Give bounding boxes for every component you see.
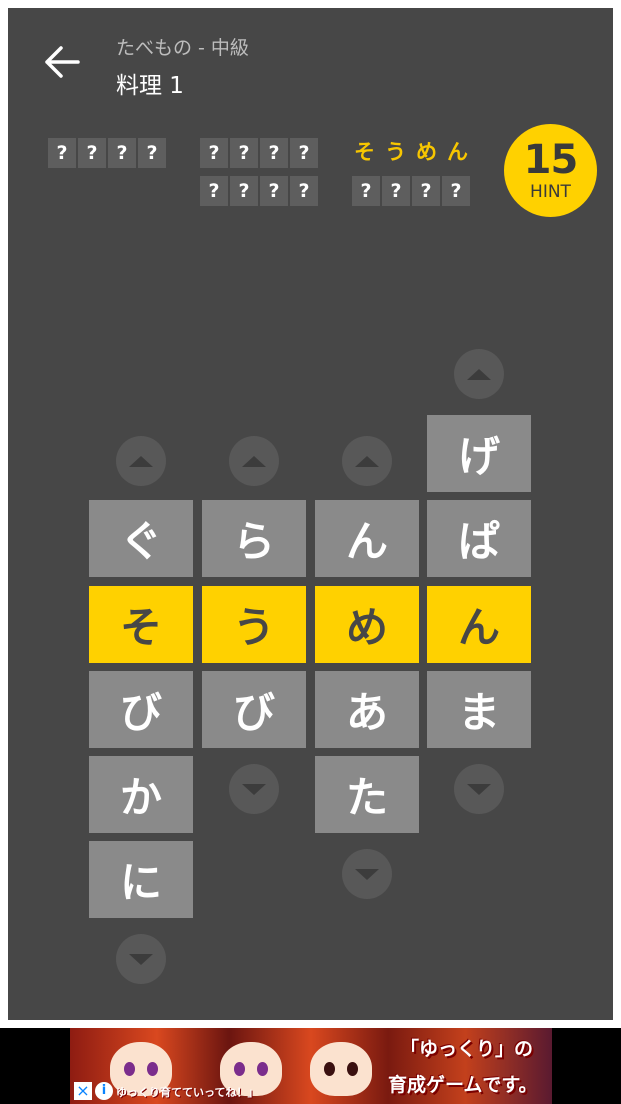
word-slot-1: ? ? ? ? — [48, 138, 166, 168]
ad-banner[interactable]: 「ゆっくり」の 育成ゲームです。 — [0, 1028, 621, 1104]
word-char: ? — [260, 176, 288, 206]
eye — [347, 1062, 358, 1076]
word-char: ? — [352, 176, 380, 206]
column-1-up-button[interactable] — [116, 436, 166, 486]
word-char: ? — [442, 176, 470, 206]
letter-tile[interactable]: ぱ — [427, 500, 531, 577]
triangle-up-icon — [355, 455, 379, 467]
eye — [234, 1062, 245, 1076]
category-level: たべもの - 中級 — [116, 37, 249, 59]
word-char: ? — [230, 176, 258, 206]
word-char: ? — [78, 138, 106, 168]
column-3-down-button[interactable] — [342, 849, 392, 899]
solved-char: ん — [447, 140, 468, 164]
triangle-down-icon — [242, 783, 266, 795]
word-slot-4: ? ? ? ? — [200, 176, 318, 206]
solved-char: め — [416, 140, 437, 164]
eye — [257, 1062, 268, 1076]
info-icon[interactable]: i — [95, 1082, 113, 1100]
word-char: ? — [290, 138, 318, 168]
back-button[interactable] — [40, 40, 84, 84]
hint-button[interactable]: 15 HINT — [504, 124, 597, 217]
hint-label: HINT — [530, 181, 571, 202]
letter-tile[interactable]: ま — [427, 671, 531, 748]
character-face — [310, 1042, 372, 1096]
word-slot-3-solved: そ う め ん — [354, 137, 468, 167]
triangle-down-icon — [129, 953, 153, 965]
letter-tile[interactable]: げ — [427, 415, 531, 492]
letter-tile[interactable]: び — [89, 671, 193, 748]
letter-tile[interactable]: か — [89, 756, 193, 833]
letter-tile-selected[interactable]: ん — [427, 586, 531, 663]
column-4-down-button[interactable] — [454, 764, 504, 814]
word-char: ? — [200, 138, 228, 168]
triangle-down-icon — [467, 783, 491, 795]
word-char: ? — [230, 138, 258, 168]
letter-tile[interactable]: ん — [315, 500, 419, 577]
word-char: ? — [108, 138, 136, 168]
eye — [324, 1062, 335, 1076]
triangle-up-icon — [129, 455, 153, 467]
letter-tile[interactable]: に — [89, 841, 193, 918]
column-1-down-button[interactable] — [116, 934, 166, 984]
triangle-up-icon — [242, 455, 266, 467]
hint-count: 15 — [523, 136, 579, 183]
word-char: ? — [200, 176, 228, 206]
column-2-down-button[interactable] — [229, 764, 279, 814]
word-char: ? — [48, 138, 76, 168]
word-char: ? — [260, 138, 288, 168]
column-4-up-button[interactable] — [454, 349, 504, 399]
letter-tile[interactable]: あ — [315, 671, 419, 748]
column-2-up-button[interactable] — [229, 436, 279, 486]
letter-tile[interactable]: ぐ — [89, 500, 193, 577]
letter-tile-selected[interactable]: め — [315, 586, 419, 663]
page-title: 料理 1 — [116, 73, 184, 99]
letter-tile-selected[interactable]: う — [202, 586, 306, 663]
letter-tile[interactable]: び — [202, 671, 306, 748]
letter-tile[interactable]: ら — [202, 500, 306, 577]
ad-headline: 「ゆっくり」の — [400, 1038, 534, 1060]
word-slot-5: ? ? ? ? — [352, 176, 470, 206]
word-char: ? — [138, 138, 166, 168]
solved-char: そ — [354, 140, 375, 164]
close-icon[interactable]: × — [74, 1082, 92, 1100]
word-char: ? — [412, 176, 440, 206]
eye — [147, 1062, 158, 1076]
ad-headline-2: 育成ゲームです。 — [388, 1074, 538, 1096]
column-3-up-button[interactable] — [342, 436, 392, 486]
triangle-up-icon — [467, 368, 491, 380]
triangle-down-icon — [355, 868, 379, 880]
ad-tagline: ゆっくり育てていってね！」 — [116, 1086, 259, 1099]
word-char: ? — [290, 176, 318, 206]
word-char: ? — [382, 176, 410, 206]
letter-tile-selected[interactable]: そ — [89, 586, 193, 663]
eye — [124, 1062, 135, 1076]
word-slot-2: ? ? ? ? — [200, 138, 318, 168]
arrow-left-icon — [45, 46, 80, 78]
letter-tile[interactable]: た — [315, 756, 419, 833]
solved-char: う — [385, 140, 406, 164]
